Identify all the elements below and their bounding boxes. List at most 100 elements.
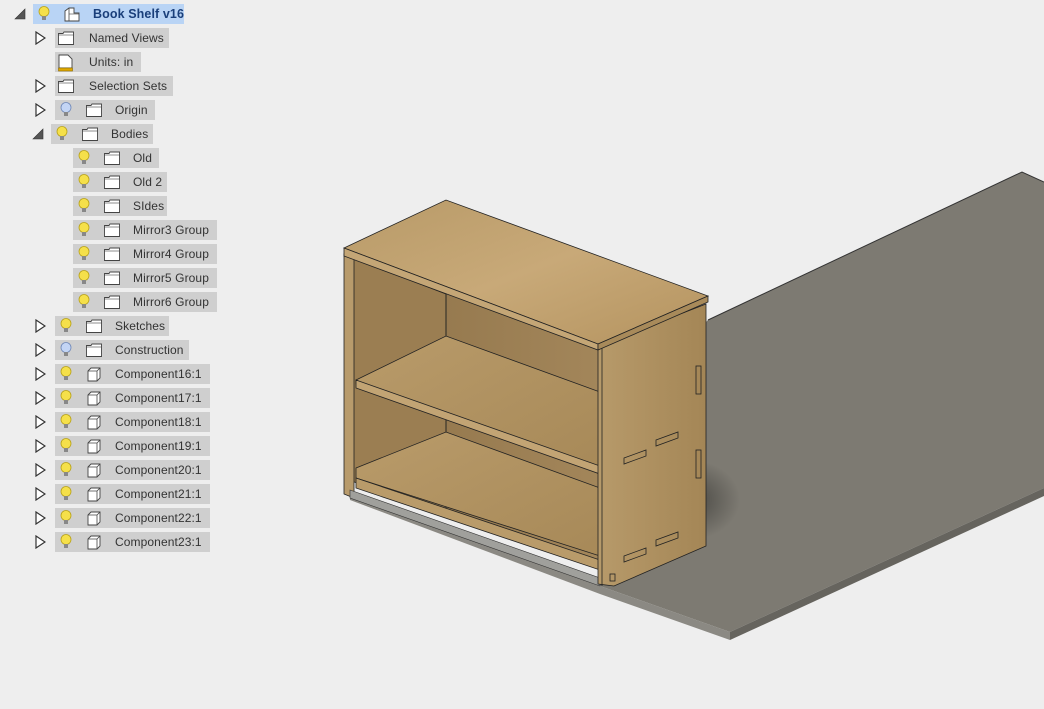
browser-node-label: Selection Sets xyxy=(89,79,168,93)
folder-icon xyxy=(103,270,121,286)
visibility-bulb-off-icon[interactable] xyxy=(59,101,73,119)
visibility-bulb-on-icon[interactable] xyxy=(77,269,91,287)
visibility-bulb-on-icon[interactable] xyxy=(77,221,91,239)
browser-node[interactable]: Component16:1 xyxy=(55,364,210,384)
browser-node-label: Component19:1 xyxy=(115,439,202,453)
browser-node[interactable]: Origin xyxy=(55,100,155,120)
visibility-bulb-on-icon[interactable] xyxy=(55,125,69,143)
folder-icon xyxy=(85,342,103,358)
folder-icon xyxy=(103,294,121,310)
browser-node-label: Bodies xyxy=(111,127,149,141)
collapse-triangle-icon[interactable] xyxy=(13,7,27,21)
bookshelf-model[interactable] xyxy=(342,199,710,587)
browser-node-label: Old 2 xyxy=(133,175,163,189)
expand-triangle-icon[interactable] xyxy=(33,463,47,477)
expand-triangle-icon[interactable] xyxy=(33,391,47,405)
browser-node[interactable]: Component17:1 xyxy=(55,388,210,408)
folder-icon xyxy=(103,198,121,214)
right-side-panel xyxy=(597,303,707,587)
browser-node-label: Component22:1 xyxy=(115,511,202,525)
component-icon xyxy=(85,510,103,526)
browser-node[interactable]: Sketches xyxy=(55,316,169,336)
visibility-bulb-on-icon[interactable] xyxy=(59,413,73,431)
browser-node-label: Mirror5 Group xyxy=(133,271,209,285)
folder-icon xyxy=(103,222,121,238)
expand-triangle-icon[interactable] xyxy=(33,343,47,357)
browser-node[interactable]: Selection Sets xyxy=(55,76,173,96)
browser-node[interactable]: SIdes xyxy=(73,196,167,216)
folder-icon xyxy=(81,126,99,142)
expand-triangle-icon[interactable] xyxy=(33,79,47,93)
browser-node[interactable]: Bodies xyxy=(51,124,153,144)
browser-node[interactable]: Component23:1 xyxy=(55,532,210,552)
expand-triangle-icon[interactable] xyxy=(33,415,47,429)
visibility-bulb-on-icon[interactable] xyxy=(77,173,91,191)
expand-triangle-icon[interactable] xyxy=(33,103,47,117)
visibility-bulb-on-icon[interactable] xyxy=(77,245,91,263)
expand-triangle-icon[interactable] xyxy=(33,367,47,381)
browser-node-label: Component21:1 xyxy=(115,487,202,501)
visibility-bulb-on-icon[interactable] xyxy=(59,389,73,407)
expand-triangle-icon[interactable] xyxy=(33,31,47,45)
folder-icon xyxy=(103,246,121,262)
visibility-bulb-on-icon[interactable] xyxy=(59,533,73,551)
browser-node[interactable]: Component20:1 xyxy=(55,460,210,480)
visibility-bulb-on-icon[interactable] xyxy=(77,197,91,215)
browser-node[interactable]: Component19:1 xyxy=(55,436,210,456)
expand-triangle-icon[interactable] xyxy=(33,535,47,549)
browser-node-label: Named Views xyxy=(89,31,164,45)
root-component-node[interactable]: Book Shelf v16 xyxy=(33,4,184,24)
visibility-bulb-on-icon[interactable] xyxy=(59,461,73,479)
expand-triangle-icon[interactable] xyxy=(33,487,47,501)
visibility-bulb-on-icon[interactable] xyxy=(77,149,91,167)
browser-node[interactable]: Old xyxy=(73,148,159,168)
browser-node[interactable]: Component21:1 xyxy=(55,484,210,504)
component-icon xyxy=(85,486,103,502)
browser-node-label: Sketches xyxy=(115,319,166,333)
expand-triangle-icon[interactable] xyxy=(33,511,47,525)
browser-node-label: Component16:1 xyxy=(115,367,202,381)
browser-node-label: Mirror4 Group xyxy=(133,247,209,261)
browser-node[interactable]: Old 2 xyxy=(73,172,167,192)
expand-triangle-icon[interactable] xyxy=(33,319,47,333)
browser-node[interactable]: Units: in xyxy=(55,52,141,72)
browser-node-label: Construction xyxy=(115,343,184,357)
folder-icon xyxy=(57,78,75,94)
browser-node-label: Origin xyxy=(115,103,148,117)
component-icon xyxy=(85,414,103,430)
visibility-bulb-on-icon[interactable] xyxy=(59,485,73,503)
component-icon xyxy=(85,462,103,478)
component-icon xyxy=(85,366,103,382)
browser-node[interactable]: Mirror5 Group xyxy=(73,268,217,288)
units-document-icon xyxy=(57,54,75,72)
folder-icon xyxy=(85,318,103,334)
browser-node-label: Units: in xyxy=(89,55,134,69)
visibility-bulb-on-icon[interactable] xyxy=(59,317,73,335)
browser-node-label: Component20:1 xyxy=(115,463,202,477)
browser-node[interactable]: Mirror4 Group xyxy=(73,244,217,264)
collapse-triangle-icon[interactable] xyxy=(31,127,45,141)
browser-node-label: Component23:1 xyxy=(115,535,202,549)
component-icon xyxy=(85,534,103,550)
browser-node[interactable]: Component18:1 xyxy=(55,412,210,432)
visibility-bulb-off-icon[interactable] xyxy=(59,341,73,359)
component-root-icon xyxy=(63,6,81,22)
browser-node-label: Mirror6 Group xyxy=(133,295,209,309)
expand-triangle-icon[interactable] xyxy=(33,439,47,453)
visibility-bulb-on-icon[interactable] xyxy=(59,509,73,527)
browser-node-label: SIdes xyxy=(133,199,165,213)
browser-node[interactable]: Construction xyxy=(55,340,189,360)
visibility-bulb-on-icon[interactable] xyxy=(59,365,73,383)
browser-node[interactable]: Mirror3 Group xyxy=(73,220,217,240)
browser-node-label: Old xyxy=(133,151,152,165)
browser-node[interactable]: Named Views xyxy=(55,28,169,48)
browser-node[interactable]: Component22:1 xyxy=(55,508,210,528)
browser-node[interactable]: Mirror6 Group xyxy=(73,292,217,312)
visibility-bulb-on-icon[interactable] xyxy=(77,293,91,311)
browser-panel: Book Shelf v16 Named Views Units: in Selec… xyxy=(0,0,240,704)
visibility-bulb-icon[interactable] xyxy=(37,5,51,23)
browser-node-label: Mirror3 Group xyxy=(133,223,209,237)
folder-icon xyxy=(103,174,121,190)
browser-node-label: Component18:1 xyxy=(115,415,202,429)
visibility-bulb-on-icon[interactable] xyxy=(59,437,73,455)
